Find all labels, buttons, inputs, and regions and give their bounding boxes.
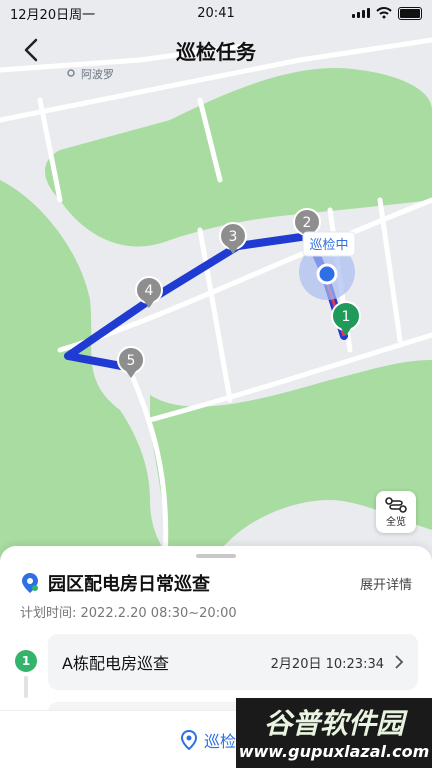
svg-text:4: 4 [145, 283, 154, 299]
watermark-main: 谷普软件园 [263, 707, 404, 740]
overview-label: 全览 [386, 516, 406, 528]
current-location-icon [316, 263, 338, 285]
battery-icon [398, 6, 422, 20]
overview-button[interactable]: 全览 [376, 491, 416, 533]
svg-text:1: 1 [342, 309, 351, 325]
status-time: 20:41 [197, 5, 235, 21]
point-time: 2月20日 10:23:34 [270, 656, 384, 672]
point-index-badge: 1 [15, 650, 37, 672]
status-bar: 12月20日周一 20:41 [0, 0, 432, 26]
watermark: 谷普软件园 www.gupuxlazal.com [236, 698, 432, 768]
svg-text:2: 2 [303, 215, 312, 231]
drag-handle[interactable] [196, 554, 236, 558]
plan-time: 计划时间: 2022.2.20 08:30~20:00 [20, 606, 237, 621]
timeline-connector [24, 676, 28, 698]
back-arrow-icon[interactable] [18, 36, 46, 64]
svg-text:巡检中: 巡检中 [309, 238, 348, 253]
watermark-url: www.gupuxlazal.com [238, 742, 430, 761]
route-overview-icon [385, 496, 407, 513]
task-title: 园区配电房日常巡查 [48, 574, 210, 595]
svg-text:3: 3 [229, 229, 238, 245]
patrol-point-row[interactable]: A栋配电房巡查 2月20日 10:23:34 [48, 634, 418, 690]
page-title: 巡检任务 [176, 39, 256, 64]
svg-text:5: 5 [127, 353, 136, 369]
task-header: 园区配电房日常巡查 展开详情 [20, 570, 412, 596]
expand-details-link[interactable]: 展开详情 [360, 574, 412, 593]
location-pin-icon [180, 730, 197, 750]
current-tag: 巡检中 [302, 231, 356, 257]
chevron-right-icon [395, 655, 404, 669]
nav-bar: 巡检任务 [0, 26, 432, 74]
location-pin-icon [22, 573, 38, 593]
point-name: A栋配电房巡查 [62, 654, 169, 673]
